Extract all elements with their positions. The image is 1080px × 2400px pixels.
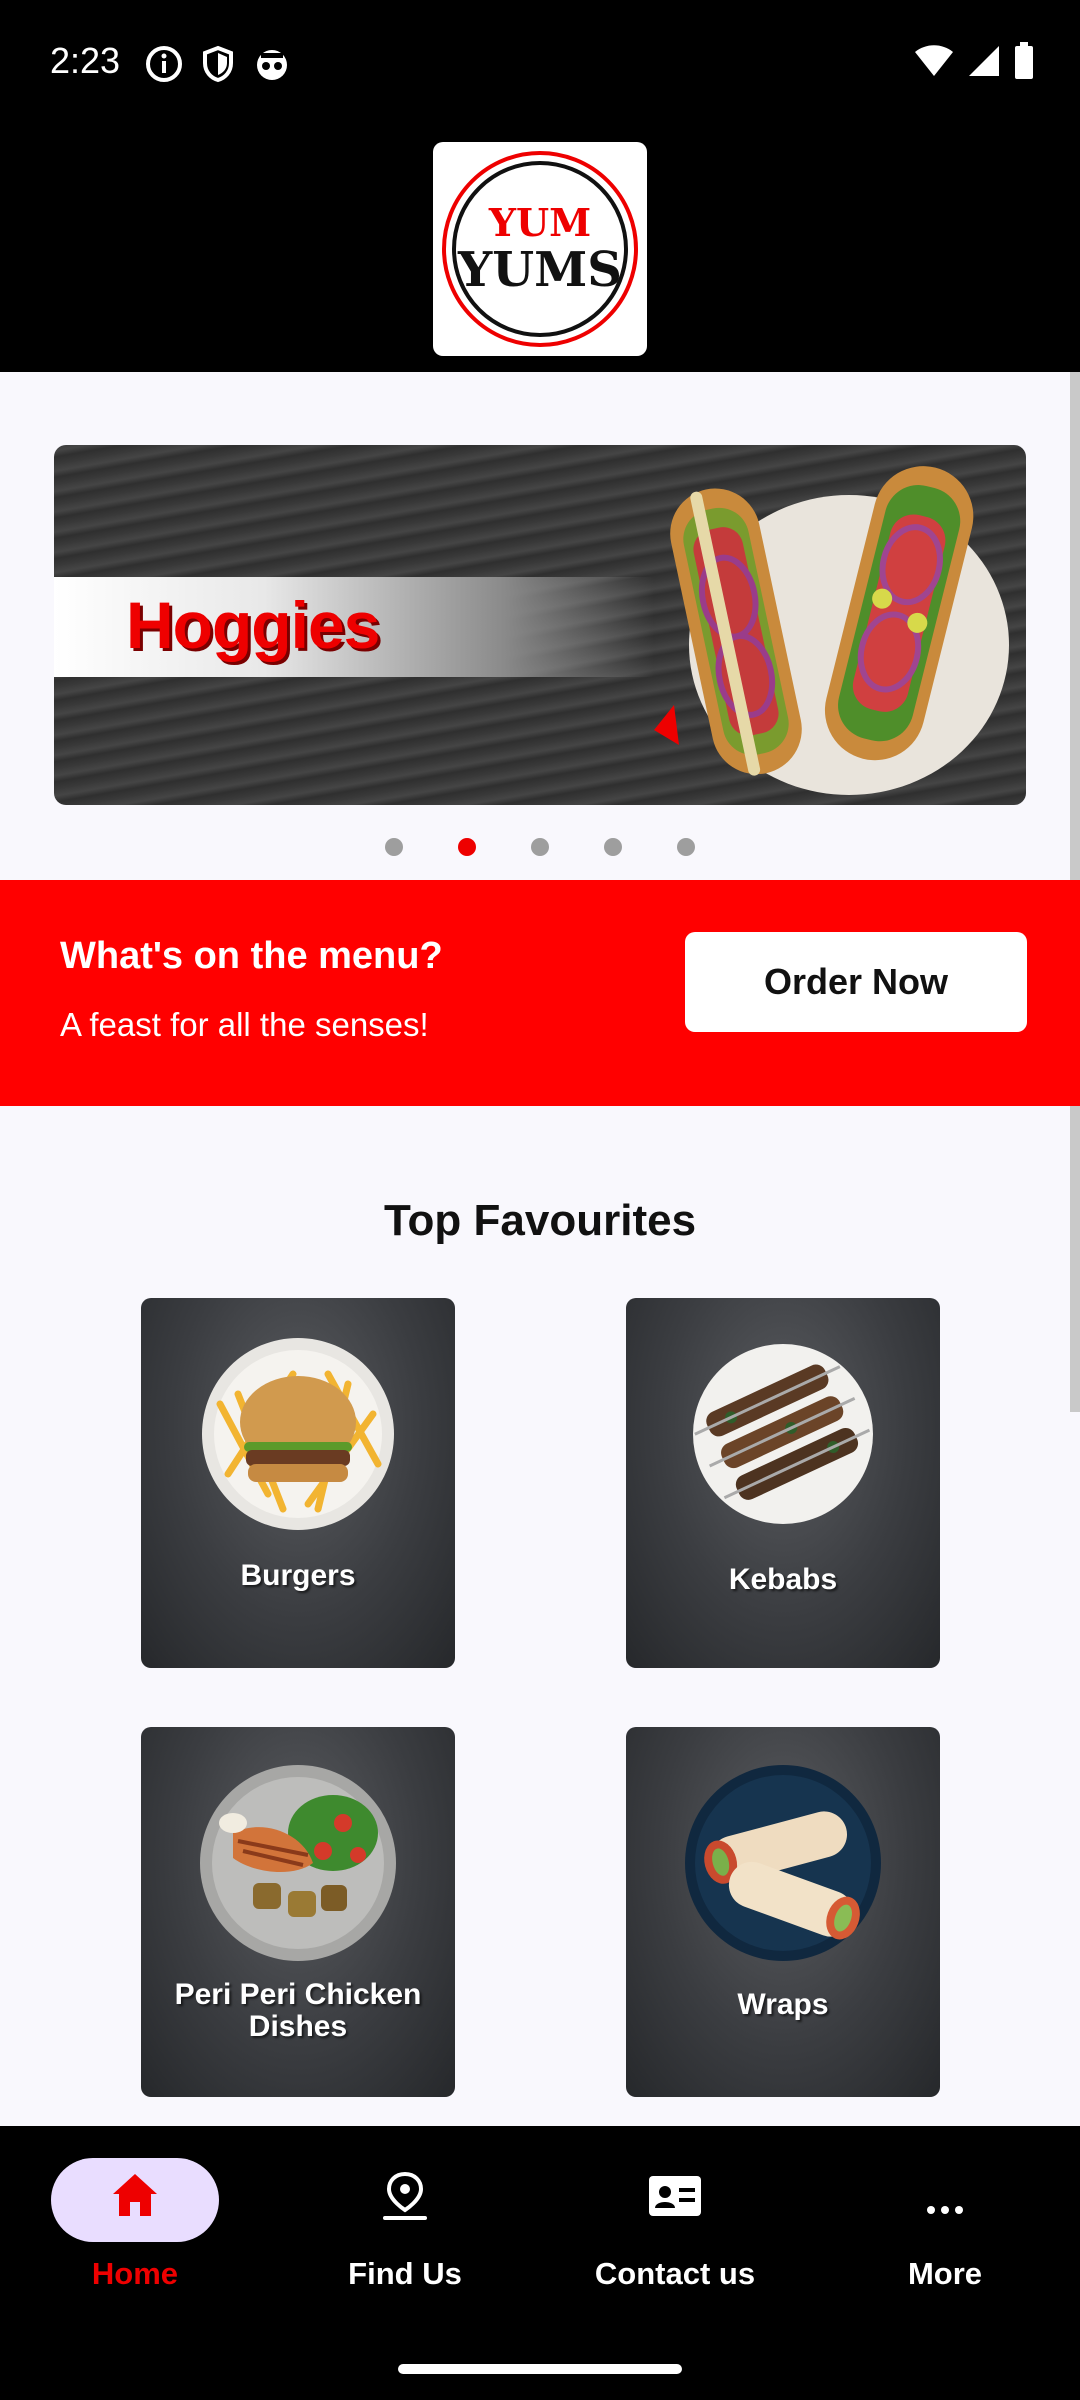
nav-item-find-us[interactable]: Find Us (270, 2126, 540, 2326)
shield-icon (203, 45, 233, 83)
favourite-card-burgers[interactable]: Burgers (141, 1298, 455, 1668)
nav-item-home[interactable]: Home (0, 2126, 270, 2326)
app-header: YUM YUMS (0, 130, 1080, 372)
top-favourites-title: Top Favourites (383, 1196, 697, 1245)
favourite-card-peri-peri-chicken[interactable]: Peri Peri Chicken Dishes (141, 1727, 455, 2097)
location-pin-icon (383, 2171, 427, 2220)
order-now-button[interactable]: Order Now (685, 932, 1027, 1032)
more-dots-icon (927, 2206, 963, 2214)
carousel-dot-5[interactable] (677, 838, 695, 856)
carousel-dot-1[interactable] (385, 838, 403, 856)
nav-label-home: Home (91, 2256, 179, 2291)
card-label: Burgers (240, 1559, 356, 1592)
carousel-dot-2-active[interactable] (458, 838, 476, 856)
carousel-dot-3[interactable] (531, 838, 549, 856)
app-notification-icon (257, 50, 287, 80)
carousel-indicator (0, 838, 1080, 856)
status-time: 2:23 (50, 40, 121, 81)
wifi-icon (915, 45, 953, 76)
home-gesture-bar[interactable] (398, 2364, 682, 2374)
battery-icon (1015, 42, 1033, 79)
status-bar: 2:23 (0, 0, 1080, 130)
kebab-image (693, 1344, 873, 1524)
peri-peri-chicken-image (200, 1765, 396, 1961)
logo-text-top: YUM (488, 200, 592, 245)
card-label: Peri Peri Chicken Dishes (174, 1978, 422, 2043)
nav-item-contact-us[interactable]: Contact us (540, 2126, 810, 2326)
info-icon (146, 46, 182, 82)
signal-icon (969, 46, 999, 76)
brand-logo[interactable]: YUM YUMS (433, 142, 647, 356)
promo-title: What's on the menu? (60, 935, 443, 977)
nav-label-more: More (907, 2256, 983, 2291)
bottom-navigation: Home Find Us Contact us More (0, 2126, 1080, 2400)
hoagie-sandwich-image (654, 466, 1009, 795)
nav-label-find-us: Find Us (348, 2256, 462, 2291)
burger-image (202, 1338, 394, 1530)
card-label: Wraps (737, 1988, 829, 2021)
promo-subtitle: A feast for all the senses! (60, 1006, 429, 1043)
home-icon (113, 2174, 157, 2216)
status-icons-right (913, 42, 1035, 80)
promo-carousel-banner[interactable]: Hoggies (54, 445, 1026, 805)
carousel-dot-4[interactable] (604, 838, 622, 856)
card-label: Kebabs (728, 1563, 838, 1596)
favourite-card-kebabs[interactable]: Kebabs (626, 1298, 940, 1668)
contact-card-icon (649, 2176, 701, 2216)
wraps-image (685, 1765, 881, 1961)
nav-item-more[interactable]: More (810, 2126, 1080, 2326)
nav-label-contact-us: Contact us (594, 2256, 756, 2291)
status-icons-left (145, 45, 291, 83)
favourite-card-wraps[interactable]: Wraps (626, 1727, 940, 2097)
banner-title: Hoggies (126, 588, 380, 662)
menu-promo-section: What's on the menu? A feast for all the … (0, 880, 1080, 1106)
logo-text-bottom: YUMS (458, 242, 622, 298)
